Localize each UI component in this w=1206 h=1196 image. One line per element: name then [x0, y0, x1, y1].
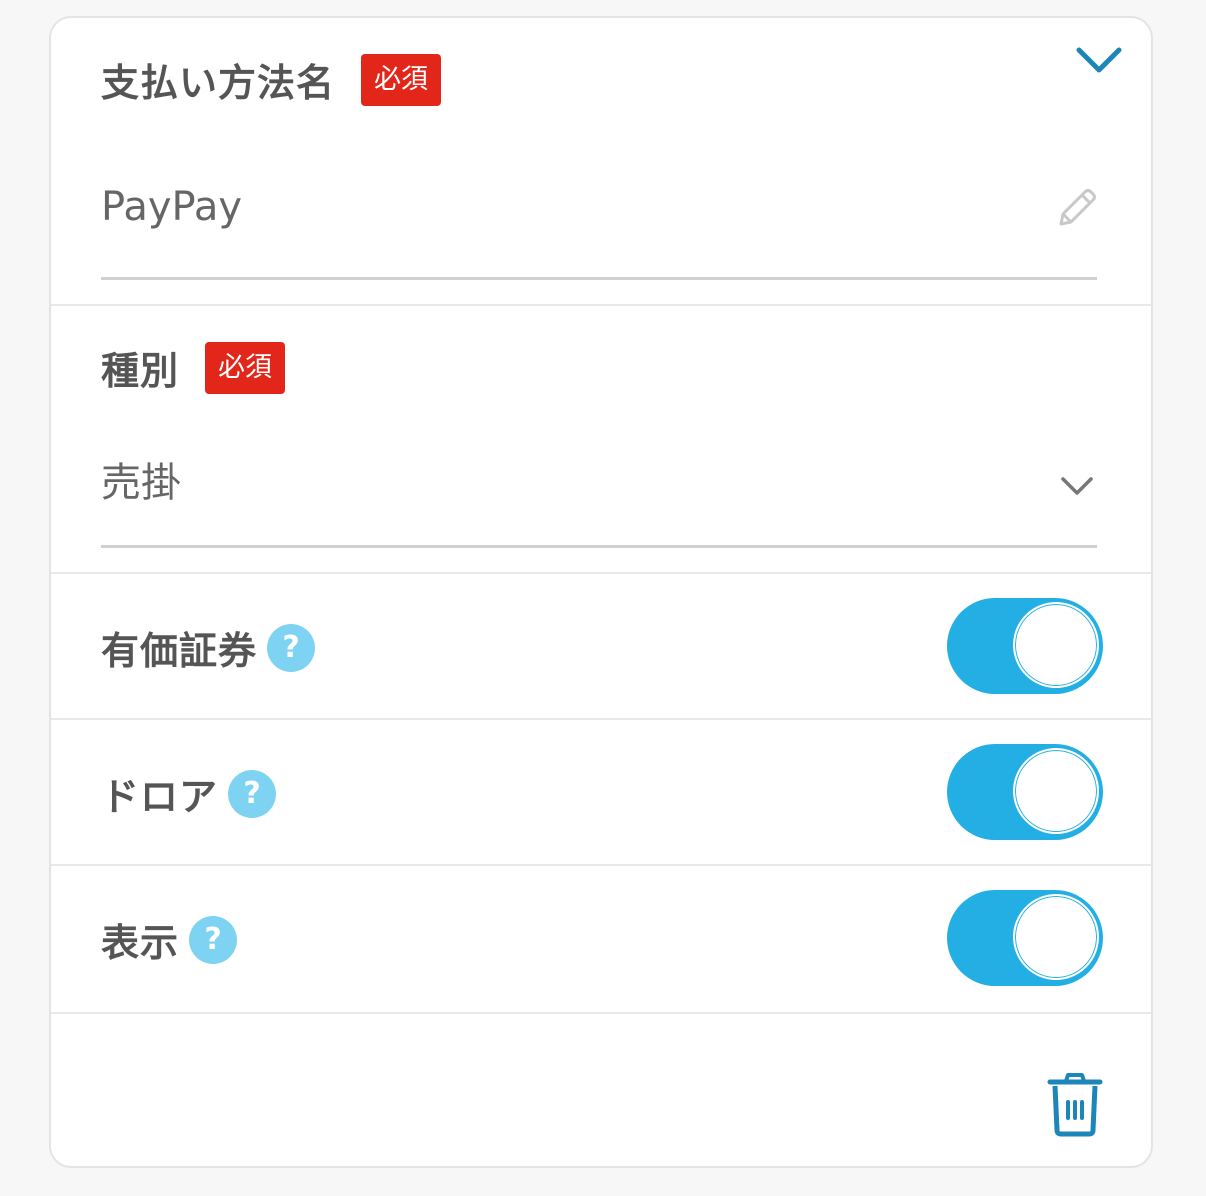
toggle-label-row: 有価証券 ? [101, 620, 316, 675]
help-icon[interactable]: ? [189, 915, 238, 964]
required-badge: 必須 [205, 341, 286, 394]
toggle-label: 有価証券 [101, 629, 258, 673]
toggle-knob [1013, 748, 1099, 834]
category-selected-value: 売掛 [101, 460, 181, 506]
payment-name-label: 支払い方法名 [101, 61, 336, 105]
help-icon[interactable]: ? [228, 769, 277, 818]
payment-name-section: 支払い方法名 必須 PayPay [51, 18, 1151, 304]
help-icon[interactable]: ? [267, 623, 316, 672]
card-footer [51, 1014, 1151, 1166]
toggle-label: 表示 [101, 921, 180, 965]
toggle-row-securities: 有価証券 ? [51, 574, 1151, 718]
toggle-label-row: 表示 ? [101, 912, 238, 967]
category-label: 種別 [101, 349, 180, 393]
pencil-icon[interactable] [1051, 184, 1101, 234]
toggle-row-drawer: ドロア ? [51, 720, 1151, 864]
payment-name-field[interactable]: PayPay [101, 168, 1097, 280]
payment-method-card: 支払い方法名 必須 PayPay 種別 必須 売掛 有価証券 ? ドロア ? 表… [49, 16, 1153, 1168]
trash-icon[interactable] [1045, 1070, 1105, 1140]
chevron-down-icon[interactable] [1057, 466, 1097, 506]
drawer-toggle[interactable] [947, 744, 1103, 840]
toggle-row-display: 表示 ? [51, 866, 1151, 1012]
securities-toggle[interactable] [947, 598, 1103, 694]
toggle-label: ドロア [101, 775, 219, 819]
category-select[interactable]: 売掛 [101, 436, 1097, 548]
required-badge: 必須 [361, 53, 442, 106]
chevron-up-icon[interactable] [1069, 40, 1129, 80]
category-section: 種別 必須 売掛 [51, 306, 1151, 572]
payment-name-input[interactable]: PayPay [101, 184, 242, 230]
toggle-knob [1013, 602, 1099, 688]
category-label-row: 種別 必須 [101, 340, 286, 395]
display-toggle[interactable] [947, 890, 1103, 986]
toggle-knob [1013, 894, 1099, 980]
toggle-label-row: ドロア ? [101, 766, 277, 821]
payment-name-label-row: 支払い方法名 必須 [101, 52, 442, 107]
